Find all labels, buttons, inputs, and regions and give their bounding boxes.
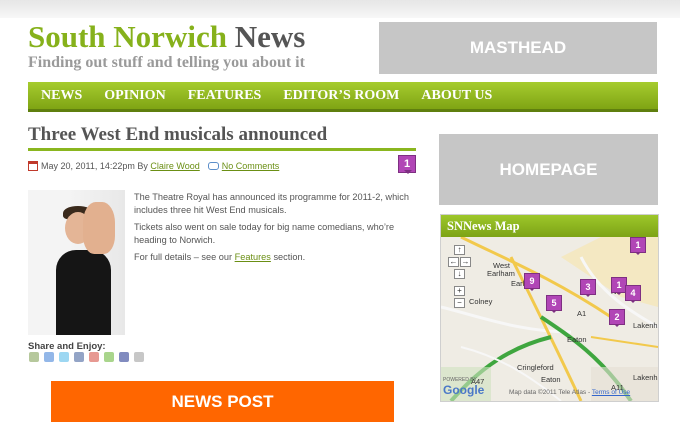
email-icon[interactable] [134,352,144,362]
map-pan-right-control[interactable]: → [460,257,471,267]
map-marker-9[interactable]: 9 [524,273,540,291]
post-meta: May 20, 2011, 14:22pm By Claire Wood No … [28,161,279,171]
site-title-part1: South Norwich [28,19,227,54]
map-widget: SNNews Map ↑ ← → ↓ + − West Earlham Earl… [440,214,659,402]
post-paragraph-2: Tickets also went on sale today for big … [134,222,395,245]
map-label-earl: Earl [511,279,525,288]
map-label-eaton-2: Eaton [541,375,561,384]
map-marker-4[interactable]: 4 [625,285,641,303]
map-marker-1[interactable]: 1 [630,237,646,255]
homepage-region-label: HOMEPAGE [439,134,658,205]
stumbleupon-icon[interactable] [104,352,114,362]
features-link[interactable]: Features [235,252,271,262]
twitter-icon[interactable] [59,352,69,362]
site-tagline: Finding out stuff and telling you about … [28,54,305,71]
post-paragraph-3: For full details – see our Features sect… [134,252,306,262]
map-zoom-out-control[interactable]: − [454,298,465,308]
map-marker-3[interactable]: 3 [580,279,596,297]
calendar-icon [28,161,38,171]
nav-item-about-us[interactable]: ABOUT US [421,88,492,104]
map-zoom-in-control[interactable]: + [454,286,465,296]
google-logo[interactable]: Google [443,383,484,397]
site-title-part2: News [234,19,306,54]
nav-item-editors-room[interactable]: EDITOR’S ROOM [283,88,399,104]
page: South Norwich News Finding out stuff and… [0,0,680,423]
masthead-region-label: MASTHEAD [379,22,657,74]
map-label-earlham: Earlham [487,269,515,278]
map-label-lakenham-2: Lakenh [633,373,658,382]
map-label-cringleford: Cringleford [517,363,554,372]
post-photo [28,190,125,335]
comments-link[interactable]: No Comments [222,161,280,171]
map-widget-title: SNNews Map [441,215,658,237]
post-title[interactable]: Three West End musicals announced [28,124,327,146]
news-post-region-label: NEWS POST [51,381,394,422]
nav-item-news[interactable]: NEWS [41,88,82,104]
nav-item-features[interactable]: FEATURES [188,88,262,104]
main-nav: NEWS OPINION FEATURES EDITOR’S ROOM ABOU… [28,82,658,112]
browser-top-strip [0,0,680,18]
map-area[interactable]: ↑ ← → ↓ + − West Earlham Earl Colney Lak… [441,237,658,401]
share-icons [29,352,149,362]
map-label-colney: Colney [469,297,493,306]
map-label-a1: A1 [577,309,587,318]
comment-count-badge[interactable]: 1 [398,155,416,174]
map-marker-2[interactable]: 2 [609,309,625,327]
post-date: May 20, 2011, 14:22pm By [41,161,148,171]
map-label-lakenham: Lakenh [633,321,658,330]
comment-bubble-icon [207,162,219,170]
map-credit: Map data ©2011 Tele Atlas - Terms of Use [509,389,631,396]
post-paragraph-1: The Theatre Royal has announced its prog… [134,192,409,215]
map-label-eaton: Eaton [567,335,587,344]
post-author-link[interactable]: Claire Wood [150,161,199,171]
map-pan-left-control[interactable]: ← [448,257,459,267]
post-body: The Theatre Royal has announced its prog… [134,191,419,269]
map-pan-up-control[interactable]: ↑ [454,245,465,255]
delicious-icon[interactable] [44,352,54,362]
digg-icon[interactable] [29,352,39,362]
nav-item-opinion[interactable]: OPINION [104,88,165,104]
reddit-icon[interactable] [119,352,129,362]
terms-of-use-link[interactable]: Terms of Use [592,389,630,396]
post-title-rule [28,148,416,151]
map-pan-down-control[interactable]: ↓ [454,269,465,279]
map-marker-5[interactable]: 5 [546,295,562,313]
google-icon[interactable] [89,352,99,362]
site-title[interactable]: South Norwich News [28,20,305,54]
share-label: Share and Enjoy: [28,341,106,352]
facebook-icon[interactable] [74,352,84,362]
